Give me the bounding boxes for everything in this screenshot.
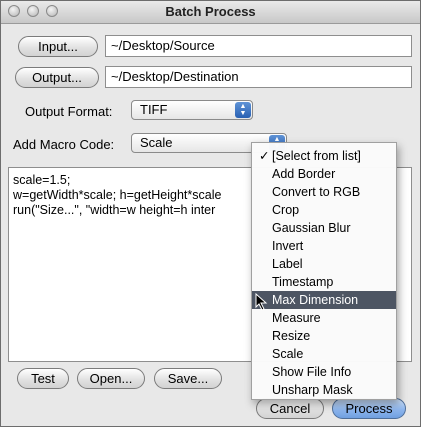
open-button[interactable]: Open... [77, 368, 145, 389]
menu-item-convert-to-rgb[interactable]: Convert to RGB [252, 183, 396, 201]
input-path-field[interactable]: ~/Desktop/Source [105, 35, 412, 57]
add-macro-code-value: Scale [140, 135, 173, 150]
input-button[interactable]: Input... [18, 36, 98, 57]
title-bar: Batch Process [1, 1, 420, 24]
menu-item-add-border[interactable]: Add Border [252, 165, 396, 183]
macro-code-dropdown-menu: ✓ [Select from list] Add Border Convert … [251, 142, 397, 400]
output-format-value: TIFF [140, 102, 168, 117]
menu-item-unsharp-mask[interactable]: Unsharp Mask [252, 381, 396, 399]
output-path-field[interactable]: ~/Desktop/Destination [105, 66, 412, 88]
menu-item-gaussian-blur[interactable]: Gaussian Blur [252, 219, 396, 237]
save-button[interactable]: Save... [154, 368, 222, 389]
menu-item-select-from-list[interactable]: ✓ [Select from list] [252, 147, 396, 165]
process-button[interactable]: Process [332, 398, 406, 419]
menu-item-label[interactable]: Label [252, 255, 396, 273]
mouse-pointer-icon [255, 293, 268, 311]
menu-item-max-dimension[interactable]: Max Dimension [252, 291, 396, 309]
output-button[interactable]: Output... [15, 67, 99, 88]
menu-item-show-file-info[interactable]: Show File Info [252, 363, 396, 381]
menu-item-scale[interactable]: Scale [252, 345, 396, 363]
popup-arrows-icon: ▲▼ [235, 102, 251, 118]
output-format-label: Output Format: [25, 104, 113, 119]
menu-item-invert[interactable]: Invert [252, 237, 396, 255]
code-line: w=getWidth*scale; h=getHeight*scale [13, 188, 222, 202]
menu-item-resize[interactable]: Resize [252, 327, 396, 345]
cancel-button[interactable]: Cancel [256, 398, 324, 419]
add-macro-code-label: Add Macro Code: [13, 137, 115, 152]
menu-item-crop[interactable]: Crop [252, 201, 396, 219]
test-button[interactable]: Test [17, 368, 69, 389]
code-line: scale=1.5; [13, 173, 71, 187]
output-format-select[interactable]: TIFF ▲ ▼ [131, 100, 253, 120]
menu-item-timestamp[interactable]: Timestamp [252, 273, 396, 291]
window-title: Batch Process [165, 4, 256, 19]
menu-item-measure[interactable]: Measure [252, 309, 396, 327]
checkmark-icon: ✓ [259, 149, 270, 163]
code-line: run("Size...", "width=w height=h inter [13, 203, 216, 217]
